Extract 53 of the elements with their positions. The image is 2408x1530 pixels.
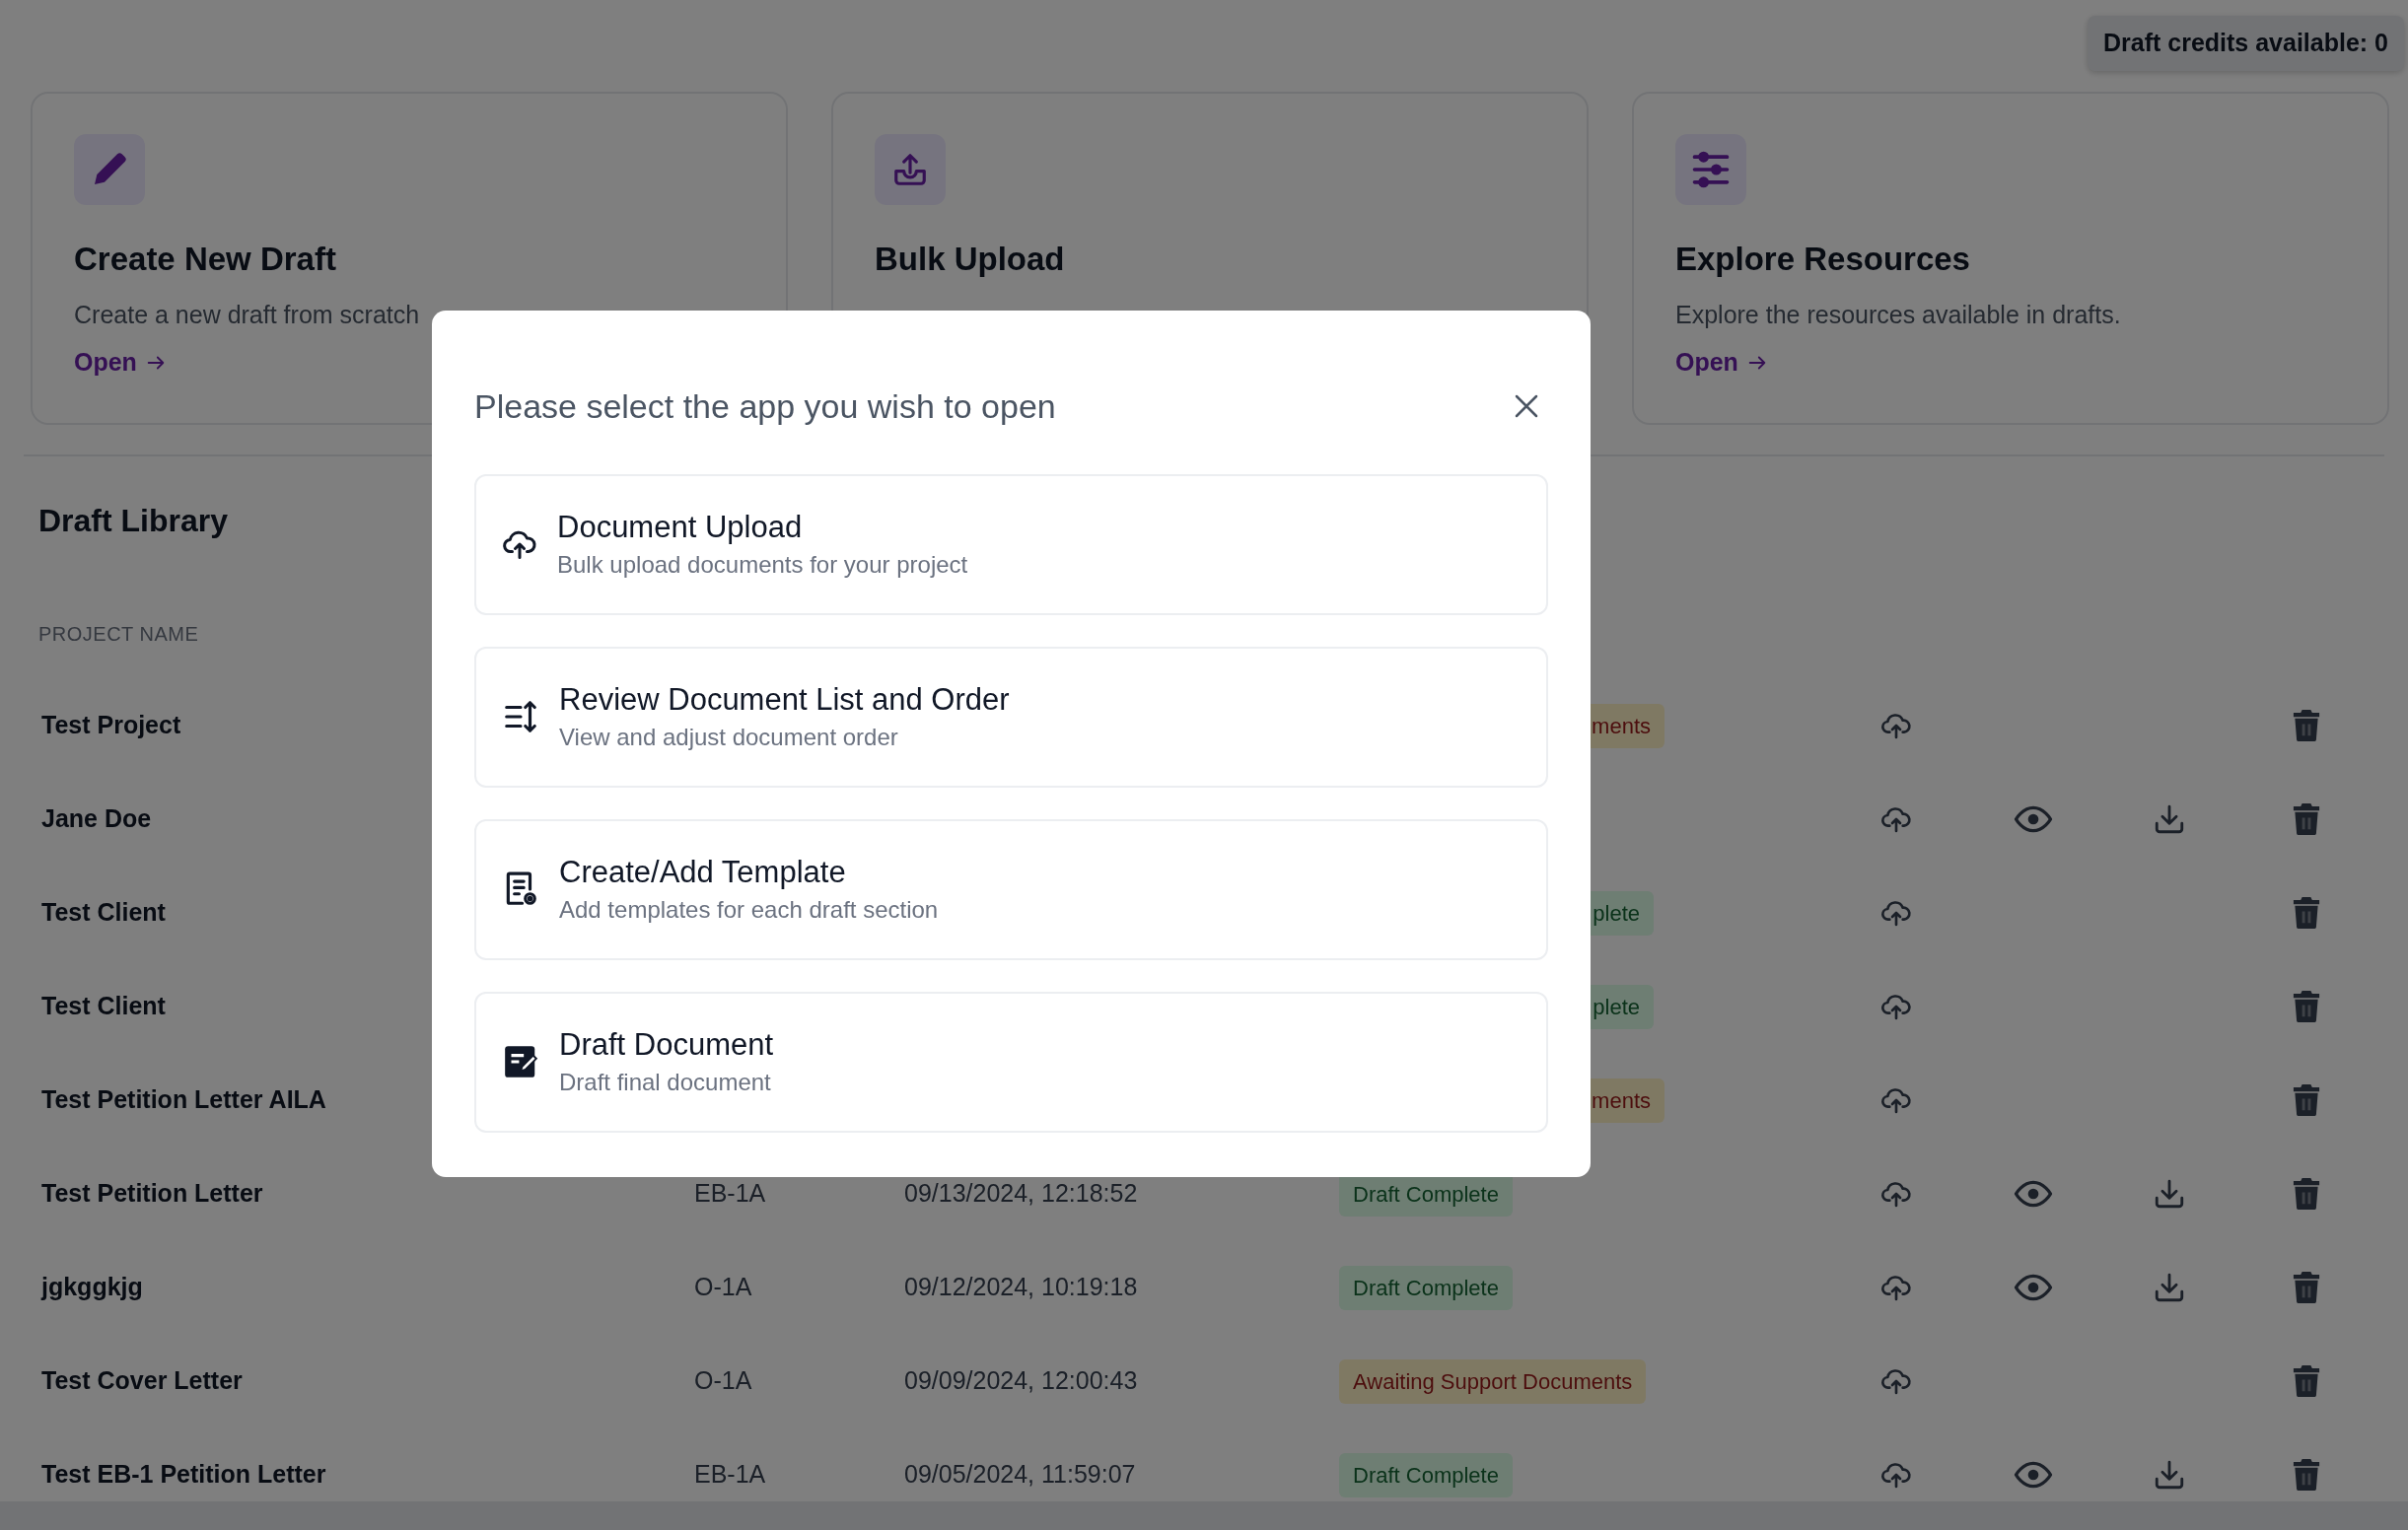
trash-icon[interactable] [2292,1365,2321,1398]
trash-icon[interactable] [2292,991,2321,1023]
project-name: Test Client [41,992,166,1020]
option-title: Review Document List and Order [559,681,1010,720]
project-name: Test Petition Letter AILA [41,1085,326,1114]
project-name: Test Petition Letter [41,1179,263,1208]
upload-tray-icon [891,151,929,188]
option-title: Draft Document [559,1026,774,1065]
trash-icon[interactable] [2292,1084,2321,1117]
app-option[interactable]: Document Upload Bulk upload documents for your project [474,473,1548,615]
option-title: Create/Add Template [559,854,847,892]
table-cell: EB-1A [694,1179,766,1208]
trash-icon[interactable] [2292,710,2321,742]
option-title: Document Upload [557,509,804,547]
status-badge: Draft Complete [1339,1452,1513,1497]
trash-icon[interactable] [2292,1178,2321,1211]
option-subtitle: View and adjust document order [559,722,899,752]
card-title: Bulk Upload [875,240,1066,279]
table-cell: EB-1A [694,1460,766,1489]
project-name: Test Client [41,898,166,927]
trash-icon[interactable] [2292,897,2321,930]
card-title: Explore Resources [1675,240,1971,279]
app-option[interactable]: Review Document List and Order View and adjust document order [474,646,1548,788]
date-cell: 09/13/2024, 12:18:52 [904,1179,1138,1208]
option-subtitle: Draft final document [559,1067,772,1097]
table-cell: O-1A [694,1366,752,1395]
column-header: PROJECT NAME [38,622,199,645]
card-description: Create a new draft from scratch [74,299,421,330]
trash-icon[interactable] [2292,1272,2321,1304]
open-link[interactable]: Open [74,344,167,382]
status-badge: Draft Complete [1339,1265,1513,1310]
table-cell: O-1A [694,1273,752,1301]
project-name: jgkggkjg [41,1273,143,1301]
app-option[interactable]: Create/Add Template Add templates for each draft section [474,818,1548,960]
section-title: Draft Library [38,502,229,540]
option-subtitle: Add templates for each draft section [559,894,939,925]
card-description: Explore the resources available in drafts. [1675,299,2122,330]
credits-badge: Draft credits available: 0 [2088,16,2404,71]
project-name: Test Project [41,711,181,739]
card-title: Create New Draft [74,240,337,279]
trash-icon[interactable] [2292,803,2321,836]
project-name: Test Cover Letter [41,1366,243,1395]
modal-title: Please select the app you wish to open [474,386,1056,427]
app-option[interactable]: Draft Document Draft final document [474,991,1548,1133]
trash-icon[interactable] [2292,1459,2321,1492]
option-subtitle: Bulk upload documents for your project [557,549,968,580]
project-name: Test EB-1 Petition Letter [41,1460,326,1489]
status-badge: Awaiting Support Documents [1339,1358,1647,1404]
date-cell: 09/09/2024, 12:00:43 [904,1366,1138,1395]
open-link[interactable]: Open [1675,344,1768,382]
project-name: Jane Doe [41,804,152,833]
date-cell: 09/05/2024, 11:59:07 [904,1460,1136,1489]
date-cell: 09/12/2024, 10:19:18 [904,1273,1138,1301]
